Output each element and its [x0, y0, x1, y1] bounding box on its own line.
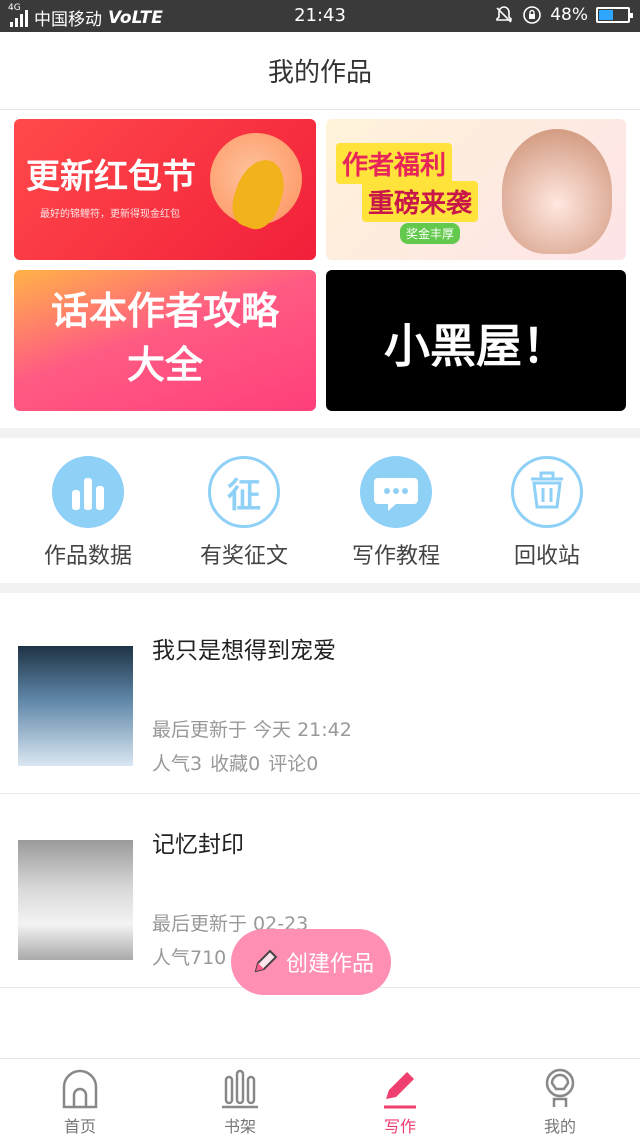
work-updated: 最后更新于 今天 21:42 [152, 719, 352, 741]
profile-icon [545, 1068, 575, 1107]
create-work-label: 创建作品 [285, 952, 374, 977]
home-icon [62, 1069, 98, 1109]
zheng-glyph: 征 [227, 475, 261, 516]
tab-label: 书架 [223, 1117, 256, 1136]
work-favorites: 收藏0 [210, 753, 261, 775]
status-right: 48% [494, 5, 633, 25]
banner-blackroom[interactable]: 小黑屋！ [326, 270, 626, 411]
action-contest[interactable]: 征 有奖征文 [164, 438, 324, 583]
bell-muted-icon [496, 6, 513, 23]
create-work-button[interactable]: 创建作品 [231, 929, 391, 995]
work-stats: 人气3 收藏0 评论0 [152, 749, 318, 776]
chat-bubble-icon [360, 456, 432, 528]
trash-icon [511, 456, 583, 528]
action-recycle-bin[interactable]: 回收站 [467, 438, 627, 583]
quick-actions: 作品数据 征 有奖征文 写作教程 回收站 [0, 438, 640, 583]
battery-percent: 48% [550, 5, 588, 25]
action-label: 回收站 [513, 544, 580, 569]
work-popularity: 人气710 [152, 947, 227, 969]
section-divider [0, 428, 640, 438]
work-stats: 人气710 [152, 943, 226, 970]
banner-title: 更新红包节 [26, 157, 196, 197]
page-title: 我的作品 [267, 58, 372, 88]
page-header: 我的作品 [0, 32, 640, 110]
banner-title: 小黑屋！ [384, 319, 568, 373]
tab-label: 我的 [543, 1117, 576, 1136]
banner-red-packet[interactable]: 更新红包节 最好的锦鲤符，更新得现金红包 [14, 119, 316, 260]
bar-chart-icon [52, 456, 124, 528]
work-item[interactable]: 我只是想得到宠爱 最后更新于 今天 21:42 人气3 收藏0 评论0 [0, 601, 640, 794]
zheng-icon: 征 [208, 456, 280, 528]
bookshelf-icon [222, 1069, 258, 1109]
tab-bookshelf[interactable]: 书架 [160, 1059, 320, 1138]
section-divider [0, 583, 640, 593]
tab-home[interactable]: 首页 [0, 1059, 160, 1138]
banner-subtitle: 最好的锦鲤符，更新得现金红包 [40, 209, 180, 220]
pencil-icon [254, 949, 278, 973]
banner-tag: 奖金丰厚 [400, 223, 461, 244]
action-label: 作品数据 [43, 544, 132, 569]
work-comments: 评论0 [268, 753, 319, 775]
banner-line1: 话本作者攻略 [50, 289, 279, 333]
bottom-tab-bar: 首页 书架 写作 我的 [0, 1058, 640, 1138]
action-label: 写作教程 [351, 544, 440, 569]
action-label: 有奖征文 [199, 544, 288, 569]
action-tutorial[interactable]: 写作教程 [316, 438, 476, 583]
work-popularity: 人气3 [152, 753, 203, 775]
work-cover-image [18, 646, 133, 766]
tab-label: 首页 [63, 1117, 96, 1136]
tab-label: 写作 [383, 1117, 416, 1136]
banner-line2: 大全 [126, 343, 203, 387]
work-cover-image [18, 840, 133, 960]
work-title: 记忆封印 [152, 832, 244, 858]
banner-author-welfare[interactable]: 作者福利 重磅来袭 奖金丰厚 [326, 119, 626, 260]
banner-line2: 重磅来袭 [362, 181, 479, 222]
work-title: 我只是想得到宠爱 [152, 638, 336, 664]
action-work-data[interactable]: 作品数据 [8, 438, 168, 583]
banner-line1: 作者福利 [336, 143, 453, 184]
tab-mine[interactable]: 我的 [480, 1059, 640, 1138]
status-bar: 4G 中国移动 VoLTE 21:43 48% [0, 0, 640, 32]
battery-icon [596, 7, 633, 23]
banner-author-guide[interactable]: 话本作者攻略 大全 [14, 270, 316, 411]
pen-icon [384, 1072, 416, 1109]
banner-guide-text: 话本作者攻略 大全 [14, 284, 316, 392]
tab-write[interactable]: 写作 [320, 1059, 480, 1138]
rotation-lock-icon [523, 6, 542, 24]
anime-girl-illustration [502, 129, 612, 254]
